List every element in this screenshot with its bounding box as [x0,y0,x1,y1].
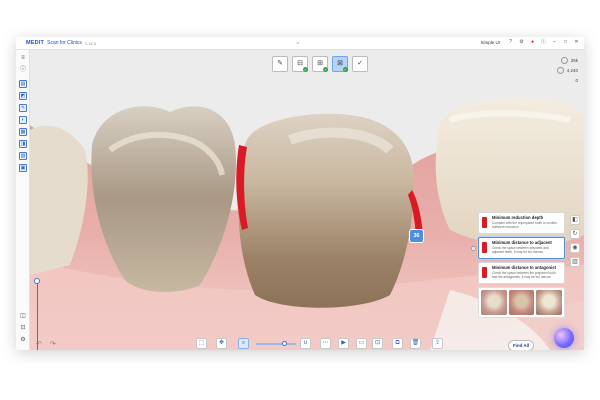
compare-icon[interactable]: ▭ [356,338,367,349]
maximize-icon[interactable]: □ [562,39,569,46]
case-icon[interactable]: ▤ [19,80,27,88]
menu-icon[interactable]: ≡ [19,54,27,62]
collapse-icon[interactable]: ‹ [471,246,476,251]
color-icon[interactable]: ◧ [570,215,580,225]
alert-bar [482,217,487,228]
grid-icon[interactable]: ▣ [19,164,27,172]
check-desc: Compare with the unprepared tooth to con… [492,221,558,229]
thumbnail-2[interactable] [508,290,535,315]
top-tools: ✎ ⊟ ✓ ⊞ ✓ ⊠ ✓ ✓ [272,56,368,72]
help-icon[interactable]: ? [507,39,514,46]
zoom-knob[interactable] [282,341,287,346]
check-desc: Check the space between prepared and adj… [492,246,549,254]
view-info-value2: 4,240 [566,68,578,73]
check-title: Minimum distance to adjacent [492,240,552,245]
history-controls: ↶ ↷ [36,340,56,348]
thumbnail-1[interactable] [481,290,507,315]
thumbnail-3[interactable] [536,290,563,315]
view-info-value3: 0 [575,78,578,83]
lock-icon[interactable]: ⊡ [19,324,27,332]
alert-bar [482,267,487,278]
settings-icon[interactable]: ⚙ [19,336,27,344]
app-logo: MEDIT [26,40,45,46]
prep-check-panel: Minimum reduction depth Compare with the… [471,212,565,318]
minimize-icon[interactable]: – [551,39,558,46]
titlebar-controls: Simple UI ? ⚙ ● ⓘ – □ ✕ [480,39,580,46]
alert-bar [482,242,487,253]
play-icon[interactable]: ▶ [338,338,349,349]
left-toolbar: ≡ ⓘ ▤ ◩ ✎ ◐ ▦ ◨ ▧ ▣ ◫ ⊡ ⚙ [16,50,30,350]
scan-icon[interactable]: ◩ [19,92,27,100]
trash-icon[interactable]: 🗑 [410,338,421,349]
check-title: Minimum distance to antagonist [492,265,556,270]
lasso-icon[interactable]: ✥ [216,338,227,349]
check-icon[interactable]: ✓ [352,56,368,72]
check-item-adjacent-distance[interactable]: ‹ Minimum distance to adjacent Check the… [471,237,565,259]
redo-icon[interactable]: ↷ [50,340,56,348]
rotate-icon[interactable]: ↻ [570,229,580,239]
layer-icon[interactable]: ◨ [19,140,27,148]
brand: MEDIT Scan for Clinics 1.14.0 [26,40,96,46]
right-strip: ◧ ↻ ◉ ▥ [570,215,580,267]
thumbnail-strip [478,287,565,318]
tooth-number-badge[interactable]: 36 [410,230,423,242]
antagonist-icon[interactable]: ⊞ ✓ [312,56,328,72]
check-title: Minimum reduction depth [492,215,544,220]
check-item-reduction-depth[interactable]: Minimum reduction depth Compare with the… [478,212,565,234]
zoom-icon[interactable]: ⌕ [238,338,249,349]
scan-viewport[interactable]: ✎ ⊟ ✓ ⊞ ✓ ⊠ ✓ ✓ 25k 4,240 0 36 ◧ ↻ ◉ ▥ Mini… [30,50,584,350]
display-icon[interactable]: ◫ [19,312,27,320]
check-desc: Check the space between the prepared too… [492,271,556,279]
data-icon [560,57,568,65]
app-name: Scan for Clinics [47,40,82,46]
align-icon[interactable]: ⧉ [392,338,403,349]
view-info: 25k 4,240 0 [548,56,578,86]
bite-icon[interactable]: ⊡ [372,338,383,349]
undo-icon[interactable]: ↶ [36,340,42,348]
info-icon[interactable]: ⓘ [540,39,547,46]
tooth-icon[interactable]: ◐ [19,116,27,124]
bite-icon[interactable]: ▦ [19,128,27,136]
app-version: 1.14.0 [84,40,96,46]
adjacent-icon[interactable]: ⊟ ✓ [292,56,308,72]
target-icon [556,67,564,75]
view-info-value1: 25k [570,58,578,63]
app-window: MEDIT Scan for Clinics 1.14.0 1/ Simple … [16,37,584,350]
magnet-icon[interactable]: ∪ [300,338,311,349]
measure-icon[interactable]: ▧ [19,152,27,160]
settings-icon[interactable]: ⚙ [518,39,525,46]
export-icon[interactable]: ⇪ [432,338,443,349]
file-name: 1/ [296,40,300,45]
info-icon[interactable]: ⓘ [19,66,27,74]
brush-icon[interactable]: ⋯ [320,338,331,349]
title-bar: MEDIT Scan for Clinics 1.14.0 1/ Simple … [16,37,584,50]
check-item-antagonist-distance[interactable]: Minimum distance to antagonist Check the… [478,262,565,284]
bottom-toolbar: ↶ ↷ ⬚ ✥ ⌕ ∪ ⋯ ▶ ▭ ⊡ ⧉ 🗑 ⇪ [30,336,584,350]
layers-icon[interactable]: ▥ [570,257,580,267]
zoom-slider[interactable] [256,341,296,346]
chrome-icon[interactable]: ◉ [570,243,580,253]
edit-icon[interactable]: ✎ [272,56,288,72]
simple-ui-toggle[interactable]: Simple UI [480,40,500,45]
slider-knob[interactable] [34,278,40,284]
record-icon[interactable]: ● [529,39,536,46]
close-icon[interactable]: ✕ [573,39,580,46]
view-3d-icon[interactable]: ⬚ [196,338,207,349]
chat-icon[interactable]: ✎ [19,104,27,112]
preparation-icon[interactable]: ⊠ ✓ [332,56,348,72]
